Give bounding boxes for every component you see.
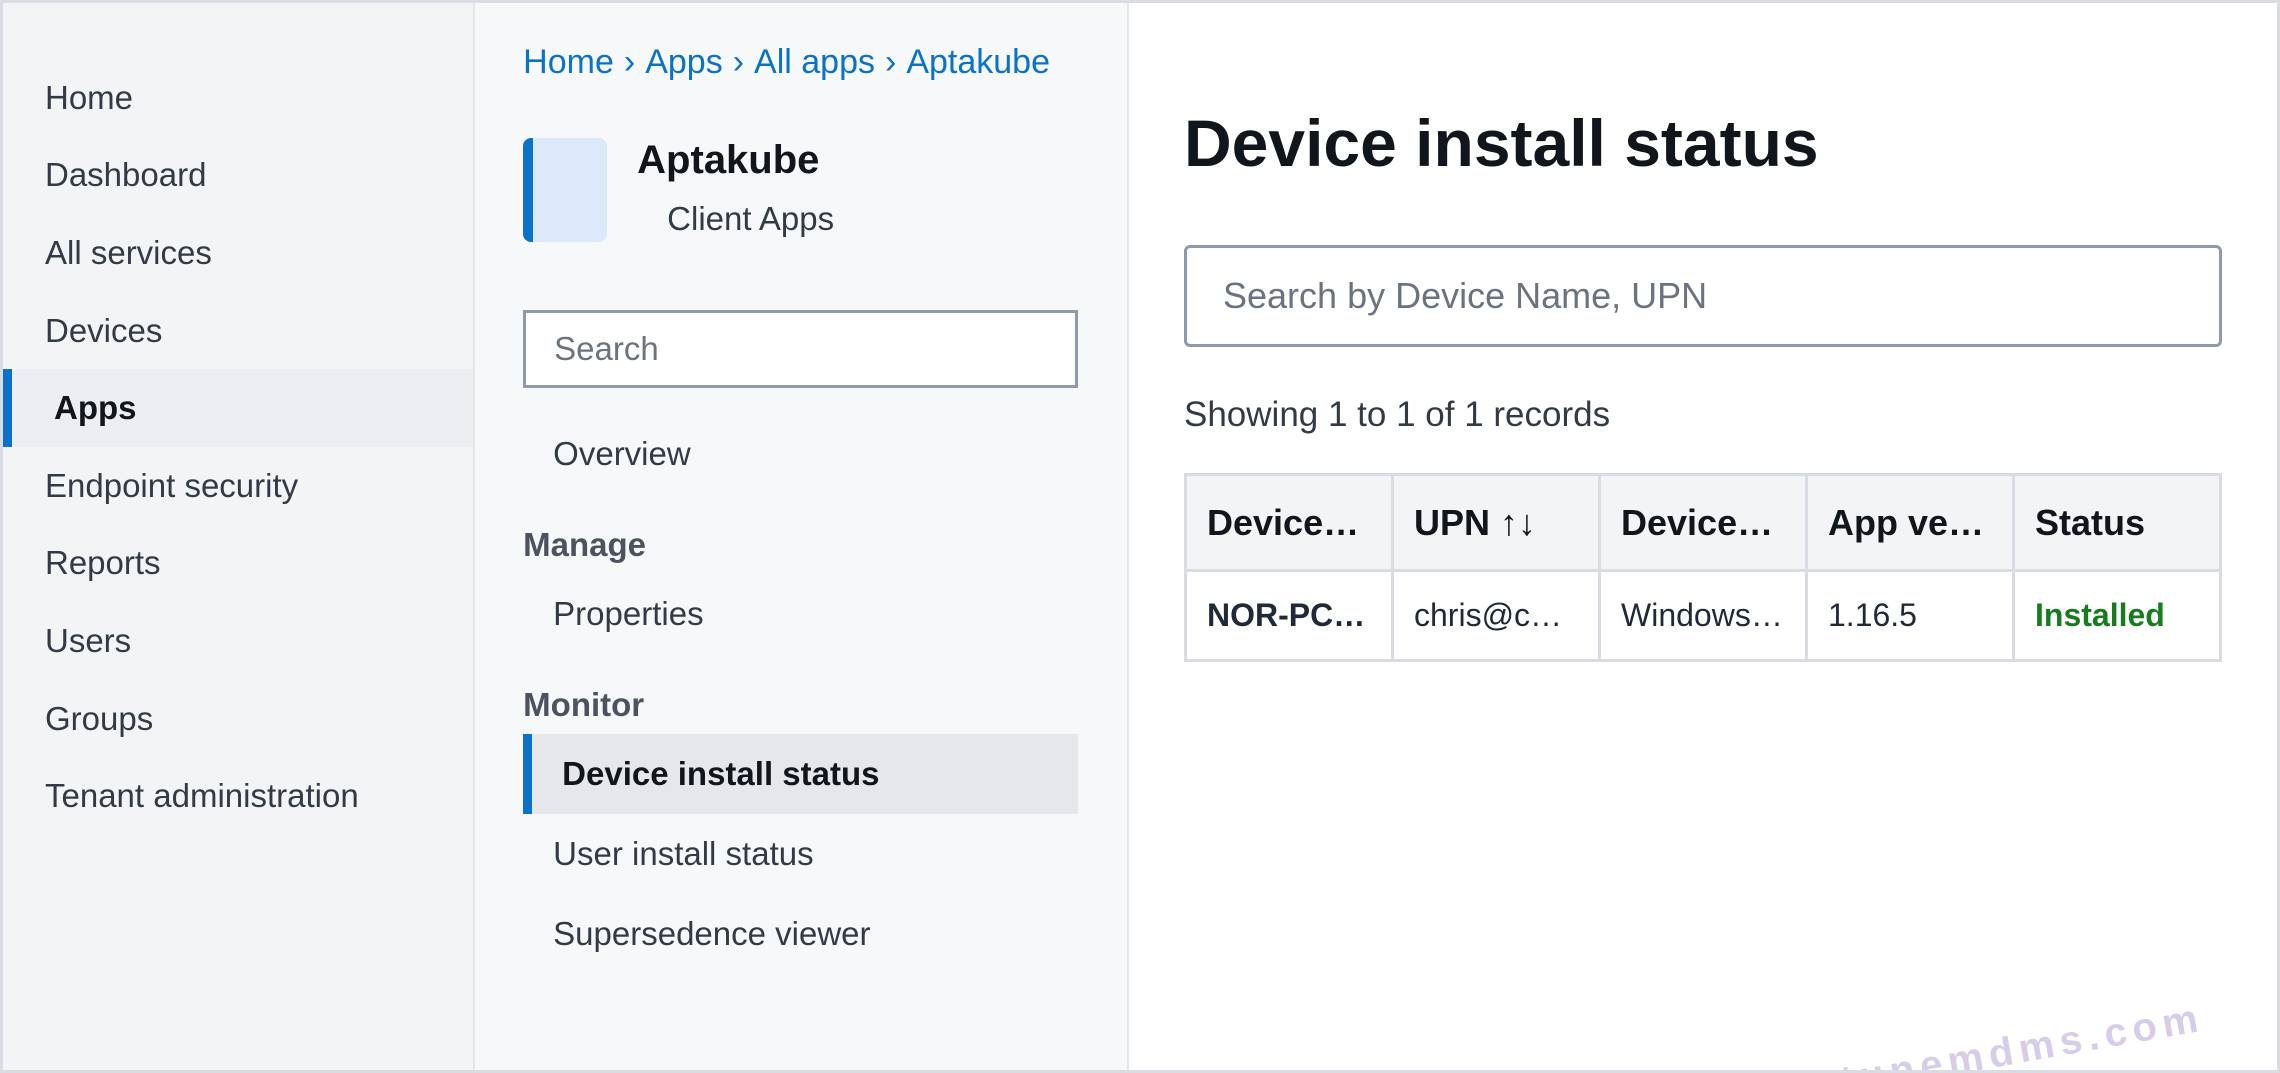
menu-item-device-install-status[interactable]: Device install status: [523, 734, 1079, 814]
nav-item-users[interactable]: Users: [3, 602, 473, 680]
nav-item-dashboard[interactable]: Dashboard: [3, 137, 473, 215]
nav-item-reports[interactable]: Reports: [3, 525, 473, 603]
cell-device-name: NOR-PC…: [1184, 569, 1394, 662]
section-heading-monitor: Monitor: [523, 686, 645, 723]
app-blade-menu: Home › Apps › All apps › Aptakube Aptaku…: [475, 3, 1129, 1070]
section-heading-manage: Manage: [523, 526, 647, 563]
cell-upn: chris@c…: [1391, 569, 1601, 662]
app-subtitle: Client Apps: [667, 200, 835, 237]
nav-item-endpoint-security[interactable]: Endpoint security: [3, 447, 473, 525]
status-badge: Installed: [2012, 569, 2222, 662]
nav-item-home[interactable]: Home: [3, 59, 473, 137]
main-content: Device install status Showing 1 to 1 of …: [1129, 3, 2277, 1070]
nav-item-all-services[interactable]: All services: [3, 214, 473, 292]
menu-item-supersedence-viewer[interactable]: Supersedence viewer: [523, 894, 1078, 974]
column-header-device-os[interactable]: Device…: [1598, 473, 1808, 572]
app-icon: [523, 138, 608, 242]
column-header-device-name[interactable]: Device…: [1184, 473, 1394, 572]
cell-device-os: Windows…: [1598, 569, 1808, 662]
app-titles: Aptakube Client Apps: [637, 138, 834, 242]
breadcrumb-separator: ›: [732, 43, 745, 81]
column-header-upn[interactable]: UPN ↑↓: [1391, 473, 1601, 572]
device-search-input[interactable]: [1184, 245, 2222, 347]
nav-item-groups[interactable]: Groups: [3, 680, 473, 758]
records-count: Showing 1 to 1 of 1 records: [1184, 395, 1611, 434]
nav-item-apps[interactable]: Apps: [3, 369, 474, 447]
menu-item-user-install-status[interactable]: User install status: [523, 814, 1078, 894]
page-title: Device install status: [1184, 106, 1819, 180]
menu-item-overview[interactable]: Overview: [523, 414, 1078, 494]
left-nav: Home Dashboard All services Devices Apps…: [3, 3, 476, 1070]
breadcrumb-aptakube[interactable]: Aptakube: [906, 43, 1050, 82]
menu-item-properties[interactable]: Properties: [523, 574, 1078, 654]
breadcrumb: Home › Apps › All apps › Aptakube: [523, 43, 1079, 82]
breadcrumb-all-apps[interactable]: All apps: [754, 43, 875, 82]
table-header-row: Device… UPN ↑↓ Device… App ve… Status: [1184, 473, 2222, 572]
nav-item-devices[interactable]: Devices: [3, 292, 473, 370]
app-header: Aptakube Client Apps: [523, 138, 1079, 242]
menu-search-input[interactable]: [523, 310, 1079, 388]
column-header-app-version[interactable]: App ve…: [1805, 473, 2015, 572]
breadcrumb-separator: ›: [885, 43, 897, 81]
breadcrumb-home[interactable]: Home: [523, 43, 614, 82]
app-title: Aptakube: [637, 138, 820, 182]
nav-item-tenant-administration[interactable]: Tenant administration: [3, 757, 473, 835]
device-status-table: Device… UPN ↑↓ Device… App ve… Status NO…: [1184, 473, 2222, 662]
breadcrumb-apps[interactable]: Apps: [645, 43, 723, 82]
watermark: intunemdms.com: [1790, 995, 2207, 1073]
cell-app-version: 1.16.5: [1805, 569, 2015, 662]
app-window: Home Dashboard All services Devices Apps…: [0, 0, 2280, 1073]
table-row[interactable]: NOR-PC… chris@c… Windows… 1.16.5 Install…: [1184, 569, 2222, 662]
breadcrumb-separator: ›: [623, 43, 636, 81]
column-header-status[interactable]: Status: [2012, 473, 2222, 572]
